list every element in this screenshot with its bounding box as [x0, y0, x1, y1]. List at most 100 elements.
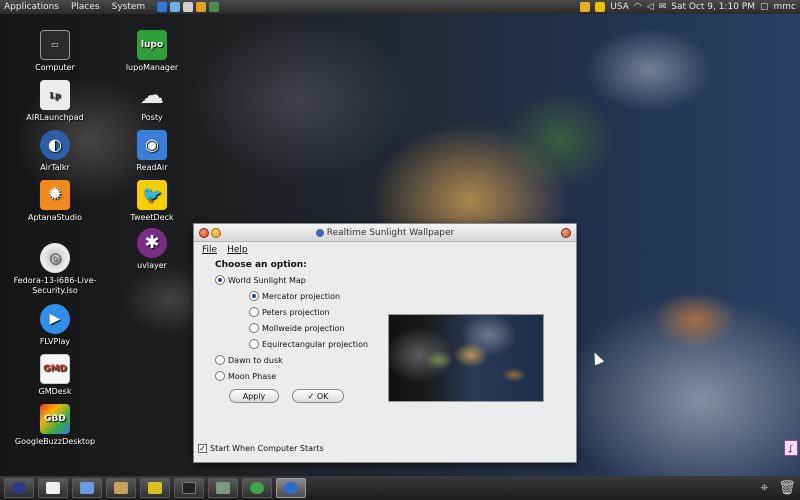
window-titlebar[interactable]: Realtime Sunlight Wallpaper — [194, 224, 576, 242]
maximize-button[interactable] — [561, 228, 571, 238]
option-dawn-to-dusk[interactable]: Dawn to dusk — [215, 355, 283, 365]
option-peters[interactable]: Peters projection — [249, 307, 329, 317]
help-menu[interactable]: Help — [227, 245, 248, 255]
desktop-icon-lupomanager[interactable]: lupo lupoManager — [107, 30, 197, 73]
image-task-button[interactable] — [208, 478, 238, 498]
peters-radio[interactable] — [249, 307, 259, 317]
option-equirectangular[interactable]: Equirectangular projection — [249, 339, 368, 349]
desktop-icon-posty[interactable]: ☁ Posty — [107, 80, 197, 123]
gimp-launcher-icon[interactable] — [196, 2, 207, 12]
places-menu[interactable]: Places — [71, 2, 100, 12]
keyboard-layout[interactable]: USA — [610, 2, 629, 12]
world-map-label: World Sunlight Map — [228, 275, 306, 285]
terminal-launcher-icon[interactable] — [209, 2, 220, 12]
desktop-icon-googlebuzz[interactable]: GBD GoogleBuzzDesktop — [10, 404, 100, 447]
desktop-icon-fedora-iso[interactable]: ◎ Fedora-13-i686-Live-Security.iso — [10, 243, 100, 296]
trash-icon[interactable]: 🗑 — [778, 480, 796, 496]
mouse-cursor-icon — [589, 350, 605, 366]
ok-button[interactable]: ✓ OK — [292, 389, 344, 403]
chrome-icon — [250, 482, 264, 494]
system-menu[interactable]: System — [112, 2, 146, 12]
mercator-radio[interactable] — [249, 291, 259, 301]
option-moon-phase[interactable]: Moon Phase — [215, 371, 276, 381]
desktop-icon-label: GoogleBuzzDesktop — [14, 437, 96, 446]
desktop-icon-label: Posty — [141, 113, 163, 122]
ok-label: OK — [316, 391, 329, 401]
option-world-map[interactable]: World Sunlight Map — [215, 275, 306, 285]
apply-button[interactable]: Apply — [229, 389, 279, 403]
ok-check-icon: ✓ — [307, 391, 317, 401]
photo-icon — [114, 482, 128, 494]
minimize-button[interactable] — [211, 228, 221, 238]
mercator-label: Mercator projection — [262, 291, 341, 301]
equirectangular-label: Equirectangular projection — [262, 339, 369, 349]
mollweide-radio[interactable] — [249, 323, 259, 333]
dawn-radio[interactable] — [215, 355, 225, 365]
volume-icon[interactable]: ◁ — [647, 2, 654, 12]
desktop-icon-label: lupoManager — [125, 63, 179, 72]
world-map-radio[interactable] — [215, 275, 225, 285]
sunlight-task-button[interactable] — [276, 478, 306, 498]
googlebuzz-icon: GBD — [40, 404, 70, 434]
sunlight-wallpaper-window: Realtime Sunlight Wallpaper File Help Ch… — [193, 223, 577, 463]
map-preview-image — [388, 314, 544, 402]
eclipse-icon — [12, 482, 26, 494]
crosshair-icon[interactable]: ⌖ — [760, 480, 768, 496]
desktop-icon-uvlayer[interactable]: ✱ uvlayer — [107, 228, 197, 271]
window-title: Realtime Sunlight Wallpaper — [326, 227, 455, 238]
clock[interactable]: Sat Oct 9, 1:10 PM — [671, 2, 755, 12]
desktop-icon-aptanastudio[interactable]: ✹ AptanaStudio — [10, 180, 100, 223]
desktop-icon-readair[interactable]: ◉ ReadAir — [107, 130, 197, 173]
system-tray: USA ◠ ◁ ✉ Sat Oct 9, 1:10 PM ▢ mmc — [580, 2, 796, 12]
uvlayer-icon: ✱ — [137, 228, 167, 258]
mail-launcher-icon[interactable] — [170, 2, 181, 12]
desktop-icon-computer[interactable]: ▭ Computer — [10, 30, 100, 73]
finder-task-button[interactable] — [72, 478, 102, 498]
computer-icon: ▭ — [40, 30, 70, 60]
browser-launcher-icon[interactable] — [157, 2, 168, 12]
lupo-icon: lupo — [137, 30, 167, 60]
notification-icon[interactable] — [580, 2, 591, 12]
gmdesk-icon: GMD — [40, 354, 70, 384]
desktop-icon-label: Fedora-13-i686-Live-Security.iso — [13, 276, 97, 295]
launchpad-icon: Lp — [40, 80, 70, 110]
option-mollweide[interactable]: Mollweide projection — [249, 323, 344, 333]
help-launcher-icon[interactable] — [183, 2, 194, 12]
moon-radio[interactable] — [215, 371, 225, 381]
desktop-icon-gmdesk[interactable]: GMD GMDesk — [10, 354, 100, 397]
tray-note-icon[interactable]: ʆ — [784, 440, 798, 456]
startup-checkbox[interactable]: ✓ — [198, 444, 207, 453]
desktop-icon-airlaunchpad[interactable]: Lp AIRLaunchpad — [10, 80, 100, 123]
photo-task-button[interactable] — [106, 478, 136, 498]
finder-icon — [80, 482, 94, 494]
equirectangular-radio[interactable] — [249, 339, 259, 349]
rss-icon: ◉ — [137, 130, 167, 160]
close-button[interactable] — [199, 228, 209, 238]
eclipse-task-button[interactable] — [4, 478, 34, 498]
desktop-icon-label: AptanaStudio — [27, 213, 83, 222]
peters-label: Peters projection — [262, 307, 330, 317]
moon-label: Moon Phase — [228, 371, 277, 381]
desktop-icon-tweetdeck[interactable]: 🐦 TweetDeck — [107, 180, 197, 223]
chrome-task-button[interactable] — [242, 478, 272, 498]
document-icon — [46, 482, 60, 494]
bottom-panel: ⌖ 🗑 — [0, 476, 800, 500]
desktop-icon-airtalkr[interactable]: ◐ AirTalkr — [10, 130, 100, 173]
user-name[interactable]: mmc — [774, 2, 796, 12]
tweetdeck-task-button[interactable] — [140, 478, 170, 498]
option-mercator[interactable]: Mercator projection — [249, 291, 340, 301]
desktop-icon-flvplay[interactable]: ▶ FLVPlay — [10, 304, 100, 347]
terminal-task-button[interactable] — [174, 478, 204, 498]
file-menu[interactable]: File — [202, 245, 217, 255]
startup-option[interactable]: ✓ Start When Computer Starts — [198, 444, 324, 453]
applications-menu[interactable]: Applications — [4, 2, 59, 12]
network-icon[interactable]: ◠ — [634, 2, 642, 12]
startup-label: Start When Computer Starts — [210, 444, 324, 453]
mail-icon[interactable]: ✉ — [659, 2, 667, 12]
disc-icon: ◎ — [40, 243, 70, 273]
bird-icon: 🐦 — [137, 180, 167, 210]
globe-icon — [315, 228, 324, 237]
tweetdeck-tray-icon[interactable] — [595, 2, 606, 12]
airtalkr-icon: ◐ — [40, 130, 70, 160]
document-task-button[interactable] — [38, 478, 68, 498]
